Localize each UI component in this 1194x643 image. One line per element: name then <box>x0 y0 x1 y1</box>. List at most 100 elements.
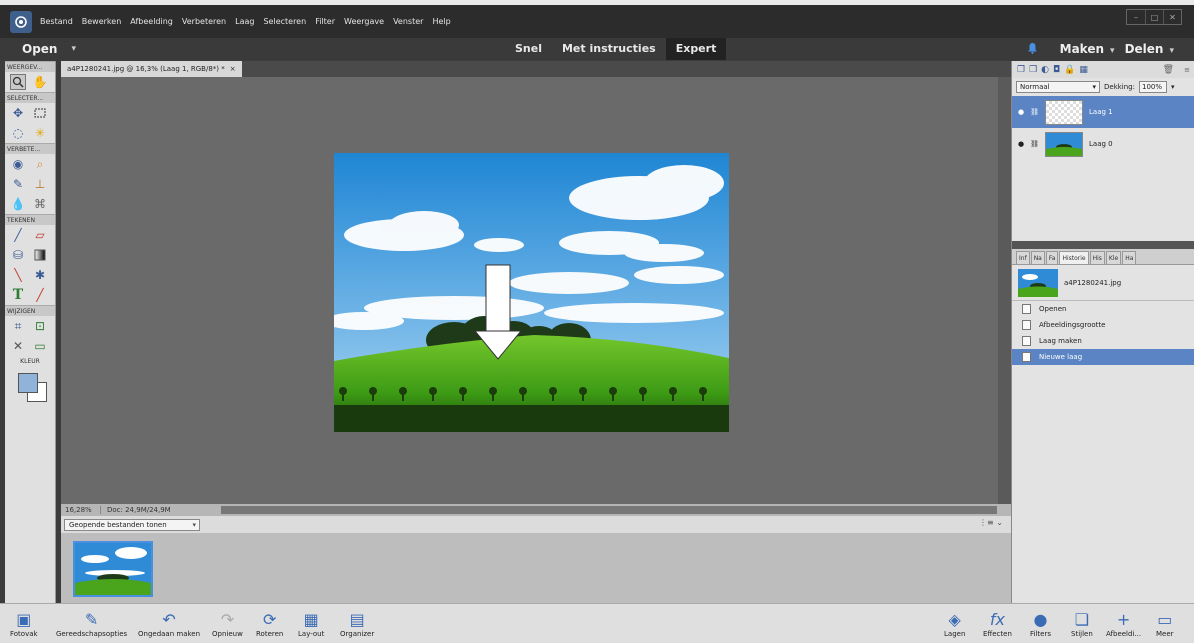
chevron-down-icon: ▾ <box>1169 46 1174 56</box>
tab-navigator[interactable]: Na <box>1030 251 1045 264</box>
zoom-tool-icon[interactable] <box>10 74 26 90</box>
link-icon[interactable]: ⛓ <box>1030 108 1039 116</box>
menu-bewerken[interactable]: Bewerken <box>82 17 122 26</box>
tab-snel[interactable]: Snel <box>505 38 552 60</box>
history-panel: Inf Na Fa Historie His Kle Ha a4P1280241… <box>1011 241 1194 603</box>
new-group-icon[interactable]: ❒ <box>1029 65 1037 75</box>
graphics-button[interactable]: + Afbeeldi... <box>1106 608 1141 639</box>
tab-met-instructies[interactable]: Met instructies <box>552 38 666 60</box>
close-icon[interactable]: ✕ <box>1163 10 1181 24</box>
tab-info[interactable]: Inf <box>1016 251 1030 264</box>
photo-bin-button[interactable]: ▣ Fotovak <box>10 608 38 639</box>
crop-tool-icon[interactable]: ⌗ <box>10 318 26 334</box>
open-dropdown-icon[interactable]: ▾ <box>71 44 76 54</box>
brush-tool-icon[interactable]: ╱ <box>10 227 26 243</box>
red-eye-tool-icon[interactable]: ◉ <box>10 156 26 172</box>
redo-button[interactable]: ↷ Opnieuw <box>212 608 243 639</box>
menu-afbeelding[interactable]: Afbeelding <box>130 17 173 26</box>
lasso-tool-icon[interactable]: ◌ <box>10 125 26 141</box>
smart-brush-icon[interactable]: ✎ <box>10 176 26 192</box>
document-tab[interactable]: a4P1280241.jpg @ 16,3% (Laag 1, RGB/8*) … <box>61 61 242 77</box>
custom-shape-icon[interactable]: ✱ <box>32 267 48 283</box>
menu-weergave[interactable]: Weergave <box>344 17 384 26</box>
adjustment-layer-icon[interactable]: ◐ <box>1041 65 1049 75</box>
create-button[interactable]: Maken ▾ <box>1060 42 1115 56</box>
menu-help[interactable]: Help <box>432 17 450 26</box>
eyedropper-icon[interactable]: ╲ <box>10 267 26 283</box>
trash-icon[interactable]: 🗑 <box>1163 65 1174 75</box>
link-icon[interactable]: ⛓ <box>1030 140 1039 148</box>
photo-bin-select[interactable]: Geopende bestanden tonen <box>64 518 200 531</box>
eye-icon[interactable]: ● <box>1018 108 1024 116</box>
horizontal-scrollbar[interactable] <box>221 506 997 514</box>
open-button[interactable]: Open <box>22 42 57 56</box>
history-step[interactable]: Nieuwe laag <box>1012 349 1194 365</box>
paint-bucket-icon[interactable]: ⛁ <box>10 247 26 263</box>
eye-icon[interactable]: ● <box>1018 140 1024 148</box>
document-image[interactable] <box>334 153 729 432</box>
history-snapshot[interactable]: a4P1280241.jpg <box>1012 265 1194 301</box>
maximize-icon[interactable]: □ <box>1145 10 1163 24</box>
menu-verbeteren[interactable]: Verbeteren <box>182 17 226 26</box>
history-step[interactable]: Openen <box>1012 301 1194 317</box>
menu-selecteren[interactable]: Selecteren <box>263 17 306 26</box>
styles-button[interactable]: ❏ Stijlen <box>1071 608 1093 639</box>
layers-button[interactable]: ◈ Lagen <box>944 608 965 639</box>
undo-button[interactable]: ↶ Ongedaan maken <box>138 608 200 639</box>
pencil-tool-icon[interactable]: ╱ <box>32 287 48 303</box>
type-tool-icon[interactable]: T <box>10 287 26 303</box>
layout-button[interactable]: ▦ Lay-out <box>298 608 324 639</box>
bin-menu-icon[interactable]: ⋮≡ ⌄ <box>979 518 1003 527</box>
menu-filter[interactable]: Filter <box>315 17 335 26</box>
tab-favorites[interactable]: Fa <box>1045 251 1059 264</box>
effects-button[interactable]: fx Effecten <box>983 608 1012 639</box>
hand-tool-icon[interactable]: ✋ <box>32 74 48 90</box>
layer-row[interactable]: ● ⛓ Laag 1 <box>1012 96 1194 128</box>
eraser-tool-icon[interactable]: ▱ <box>32 227 48 243</box>
tab-actions[interactable]: Ha <box>1122 251 1137 264</box>
menu-bestand[interactable]: Bestand <box>40 17 73 26</box>
sponge-tool-icon[interactable]: ⌘ <box>32 196 48 212</box>
tab-histogram[interactable]: His <box>1089 251 1105 264</box>
lock-icon[interactable]: 🔒 <box>1064 65 1075 75</box>
content-aware-move-icon[interactable]: ✕ <box>10 338 26 354</box>
opacity-input[interactable]: 100% <box>1139 81 1167 93</box>
filters-button[interactable]: ● Filters <box>1030 608 1051 639</box>
share-button[interactable]: Delen ▾ <box>1125 42 1174 56</box>
clone-stamp-icon[interactable]: ⊥ <box>32 176 48 192</box>
marquee-tool-icon[interactable] <box>32 105 48 121</box>
panel-drag-strip[interactable] <box>1012 241 1194 249</box>
foreground-color-swatch[interactable] <box>18 373 38 393</box>
menu-venster[interactable]: Venster <box>393 17 423 26</box>
minimize-icon[interactable]: – <box>1127 10 1145 24</box>
tab-history[interactable]: Historie <box>1059 251 1089 264</box>
panel-menu-icon[interactable]: ≡ <box>1184 66 1190 74</box>
tool-options-button[interactable]: ✎ Gereedschapsopties <box>56 608 127 639</box>
close-tab-icon[interactable]: × <box>230 65 236 73</box>
tab-color[interactable]: Kle <box>1105 251 1122 264</box>
bell-icon[interactable] <box>1027 42 1038 57</box>
organizer-button[interactable]: ▤ Organizer <box>340 608 374 639</box>
history-step[interactable]: Afbeeldingsgrootte <box>1012 317 1194 333</box>
opacity-dropdown-icon[interactable]: ▾ <box>1171 83 1175 91</box>
mask-icon[interactable]: ◘ <box>1053 65 1060 75</box>
vertical-scrollbar[interactable] <box>998 77 1011 504</box>
lock-transparency-icon[interactable]: ▦ <box>1079 65 1088 75</box>
photo-bin-thumbnail[interactable] <box>73 541 153 597</box>
layer-row[interactable]: ● ⛓ Laag 0 <box>1012 128 1194 160</box>
straighten-tool-icon[interactable]: ▭ <box>32 338 48 354</box>
spot-healing-icon[interactable]: ⌕ <box>32 156 48 172</box>
more-button[interactable]: ▭ Meer <box>1156 608 1174 639</box>
tab-expert[interactable]: Expert <box>665 38 727 60</box>
rotate-button[interactable]: ⟳ Roteren <box>256 608 283 639</box>
gradient-tool-icon[interactable] <box>32 247 48 263</box>
magic-wand-icon[interactable]: ✳ <box>32 125 48 141</box>
blend-mode-select[interactable]: Normaal <box>1016 81 1100 93</box>
move-tool-icon[interactable]: ✥ <box>10 105 26 121</box>
history-step[interactable]: Laag maken <box>1012 333 1194 349</box>
new-layer-icon[interactable]: ❐ <box>1017 65 1025 75</box>
recompose-tool-icon[interactable]: ⊡ <box>32 318 48 334</box>
canvas-area[interactable] <box>61 77 998 504</box>
blur-tool-icon[interactable]: 💧 <box>10 196 26 212</box>
menu-laag[interactable]: Laag <box>235 17 254 26</box>
